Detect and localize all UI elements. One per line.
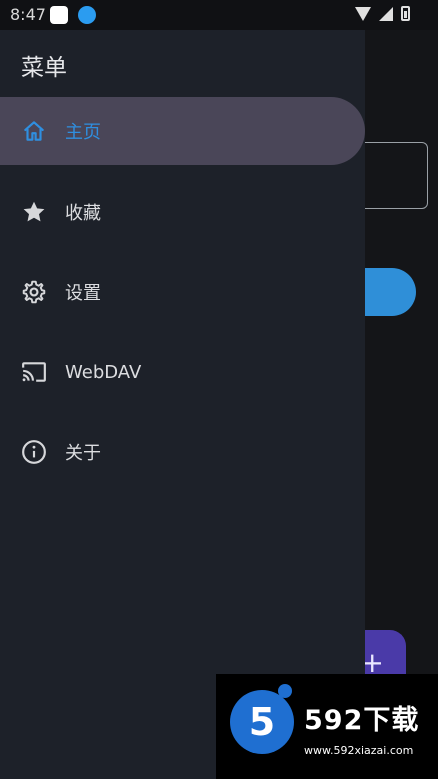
menu-item-label: 设置 xyxy=(65,283,101,304)
menu-item-label: 收藏 xyxy=(65,203,101,224)
signal-icon xyxy=(379,6,393,21)
navigation-drawer: 菜单 主页 收藏 设置 WebDAV 关于 xyxy=(0,30,365,779)
menu-item-home[interactable]: 主页 xyxy=(0,97,365,165)
menu-item-settings[interactable]: 设置 xyxy=(0,258,365,326)
screen: 8:47 g + 菜单 主页 收藏 xyxy=(0,0,438,779)
home-icon xyxy=(21,118,47,144)
app-notification-icon xyxy=(50,6,68,24)
gear-icon xyxy=(21,279,47,305)
download-notification-icon xyxy=(78,6,96,24)
battery-icon xyxy=(401,6,410,21)
drawer-title: 菜单 xyxy=(21,55,67,81)
status-time: 8:47 xyxy=(10,5,46,24)
cast-icon xyxy=(21,359,47,385)
status-bar: 8:47 xyxy=(0,0,438,30)
menu-item-favorites[interactable]: 收藏 xyxy=(0,178,365,246)
menu-item-label: 主页 xyxy=(65,122,101,143)
watermark-url: www.592xiazai.com xyxy=(304,744,414,757)
status-indicators xyxy=(355,6,410,21)
menu-item-webdav[interactable]: WebDAV xyxy=(0,338,365,406)
menu-item-label: WebDAV xyxy=(65,361,142,383)
star-icon xyxy=(21,199,47,225)
watermark-logo: 5 xyxy=(230,690,294,754)
menu-item-label: 关于 xyxy=(65,443,101,464)
watermark-title: 592下载 xyxy=(304,705,420,736)
info-icon xyxy=(21,439,47,465)
wifi-icon xyxy=(355,6,371,21)
watermark: 5 592下载 www.592xiazai.com xyxy=(216,674,438,779)
menu-item-about[interactable]: 关于 xyxy=(0,418,365,486)
